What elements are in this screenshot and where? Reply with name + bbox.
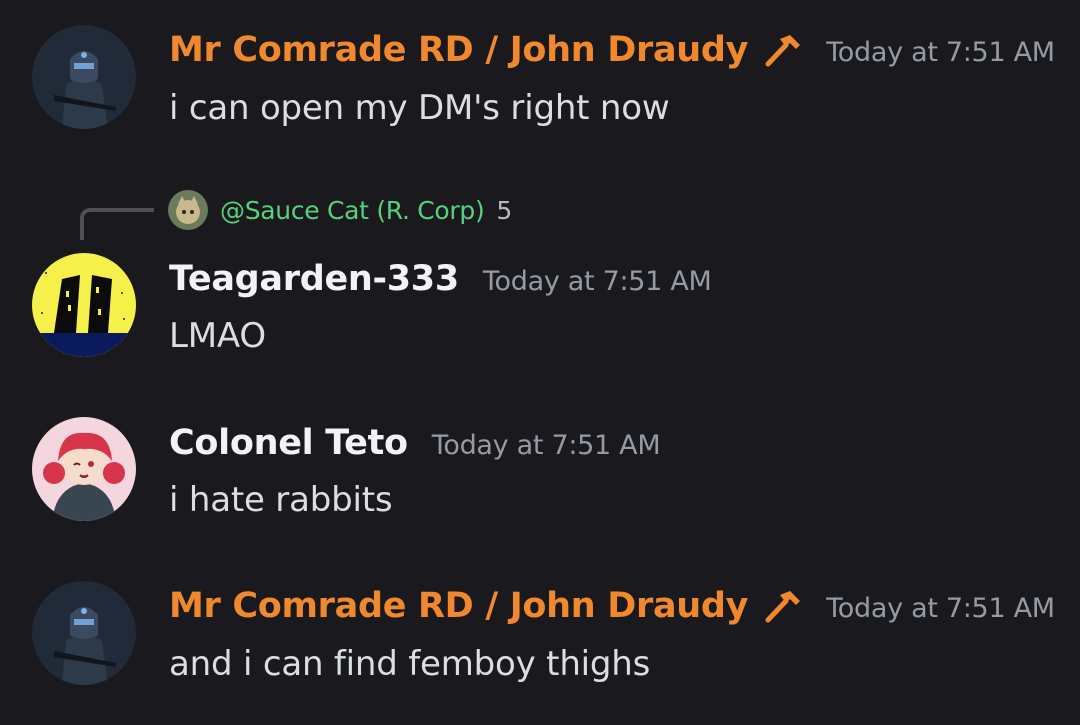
timestamp[interactable]: Today at 7:51 AM xyxy=(826,593,1055,624)
timestamp[interactable]: Today at 7:51 AM xyxy=(432,430,661,461)
message-content: and i can find femboy thighs xyxy=(169,644,651,684)
message-1[interactable]: Mr Comrade RD / John Draudy Today at 7:5… xyxy=(0,0,1080,150)
soldier-avatar-image xyxy=(32,581,136,685)
hammer-icon xyxy=(762,33,802,67)
reply-text: 5 xyxy=(496,195,513,225)
username[interactable]: Colonel Teto xyxy=(169,423,408,463)
avatar[interactable] xyxy=(32,417,136,521)
username[interactable]: Mr Comrade RD / John Draudy xyxy=(169,586,749,626)
message-3[interactable]: Colonel Teto Today at 7:51 AM i hate rab… xyxy=(0,400,1080,530)
message-4[interactable]: Mr Comrade RD / John Draudy Today at 7:5… xyxy=(0,556,1080,716)
avatar[interactable] xyxy=(32,253,136,357)
towers-avatar-image xyxy=(32,253,136,357)
anime-avatar-image xyxy=(32,417,136,521)
message-content: LMAO xyxy=(169,316,266,356)
soldier-avatar-image xyxy=(32,25,136,129)
reply-mention[interactable]: @Sauce Cat (R. Corp) xyxy=(220,196,485,225)
avatar[interactable] xyxy=(32,25,136,129)
hammer-icon xyxy=(762,589,802,623)
message-content: i hate rabbits xyxy=(169,480,393,520)
message-content: i can open my DM's right now xyxy=(169,88,670,128)
timestamp[interactable]: Today at 7:51 AM xyxy=(483,266,712,297)
cat-avatar-image xyxy=(168,190,208,230)
message-2[interactable]: Teagarden-333 Today at 7:51 AM LMAO xyxy=(0,240,1080,370)
reply-spine xyxy=(80,208,154,240)
timestamp[interactable]: Today at 7:51 AM xyxy=(826,37,1055,68)
reply-preview[interactable]: @Sauce Cat (R. Corp) 5 xyxy=(168,190,512,230)
avatar[interactable] xyxy=(32,581,136,685)
username[interactable]: Teagarden-333 xyxy=(169,259,459,299)
reply-avatar xyxy=(168,190,208,230)
username[interactable]: Mr Comrade RD / John Draudy xyxy=(169,30,749,70)
